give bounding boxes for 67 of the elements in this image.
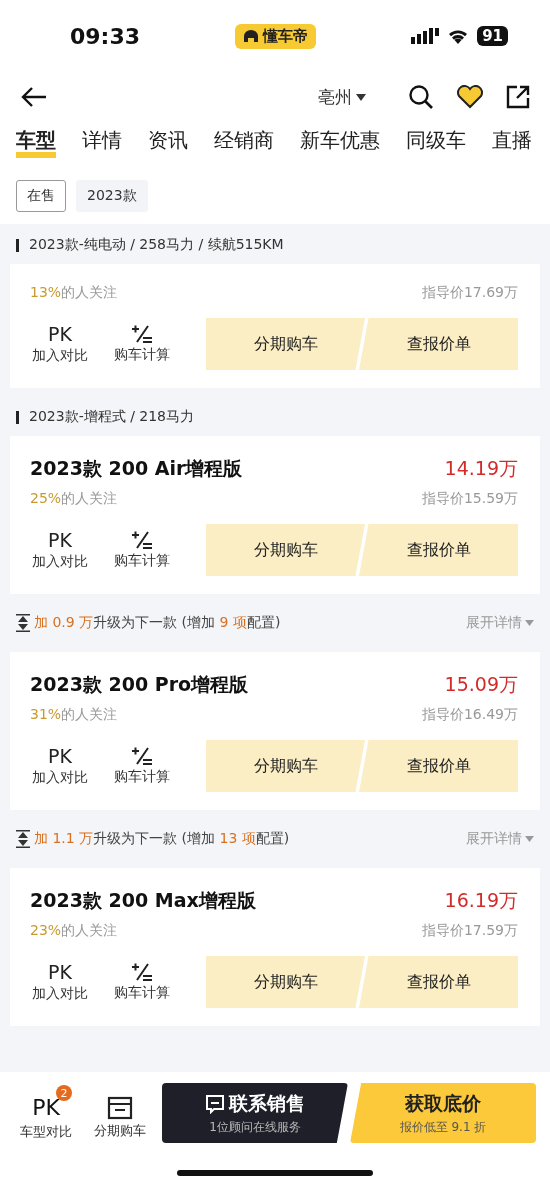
caret-icon — [525, 836, 534, 842]
dealer-price: 14.19万 — [444, 456, 518, 481]
add-compare-button[interactable]: PK 加入对比 — [20, 323, 100, 365]
back-icon[interactable] — [20, 86, 48, 108]
installment-button[interactable]: 分期购车 — [206, 318, 365, 370]
search-icon[interactable] — [408, 84, 434, 110]
installment-button[interactable]: 分期购车 — [206, 956, 365, 1008]
trim-title: 2023款 200 Air增程版 — [30, 456, 243, 481]
contact-sales-button[interactable]: 联系销售 1位顾问在线服务 — [162, 1083, 348, 1143]
guide-price: 指导价17.59万 — [421, 922, 518, 940]
battery-level: 91 — [477, 26, 508, 46]
chat-icon — [205, 1093, 225, 1114]
calculator-button[interactable]: 购车计算 — [102, 530, 182, 570]
calculator-icon — [131, 962, 153, 982]
signal-icon — [411, 28, 440, 44]
add-compare-button[interactable]: PK 加入对比 — [20, 961, 100, 1003]
quote-button[interactable]: 查报价单 — [359, 740, 518, 792]
heart-icon[interactable] — [456, 85, 484, 109]
group-header: 2023款-增程式 / 218马力 — [29, 408, 195, 426]
app-badge: 懂车帝 — [235, 23, 317, 49]
follow-share: 31%的人关注 — [30, 706, 118, 724]
calculator-icon — [131, 530, 153, 550]
filter-chip[interactable]: 2023款 — [76, 180, 148, 212]
compare-arrows-icon — [16, 614, 30, 632]
guide-price: 指导价16.49万 — [421, 706, 518, 724]
section-tab[interactable]: 直播 — [492, 126, 532, 158]
wifi-icon — [447, 28, 470, 44]
follow-share: 25%的人关注 — [30, 490, 118, 508]
follow-share: 13%的人关注 — [30, 284, 118, 302]
guide-price: 指导价15.59万 — [421, 490, 518, 508]
card-icon — [107, 1096, 133, 1120]
follow-share: 23%的人关注 — [30, 922, 118, 940]
upgrade-hint: 加 0.9 万升级为下一款 (增加 9 项配置) — [34, 614, 281, 632]
add-compare-button[interactable]: PK 加入对比 — [20, 745, 100, 787]
compare-arrows-icon — [16, 830, 30, 848]
city-selector[interactable]: 亳州 — [318, 85, 366, 109]
clock: 09:33 — [70, 23, 141, 49]
installment-button[interactable]: 分期购车 — [206, 524, 365, 576]
filter-chip[interactable]: 在售 — [16, 180, 66, 212]
section-tab[interactable]: 经销商 — [214, 126, 274, 158]
lowest-price-button[interactable]: 获取底价 报价低至 9.1 折 — [350, 1083, 536, 1143]
quote-button[interactable]: 查报价单 — [359, 318, 518, 370]
trim-title: 2023款 200 Max增程版 — [30, 888, 256, 913]
quote-button[interactable]: 查报价单 — [359, 524, 518, 576]
calculator-button[interactable]: 购车计算 — [102, 746, 182, 786]
section-tab[interactable]: 新车优惠 — [300, 126, 380, 158]
trim-title: 2023款 200 Pro增程版 — [30, 672, 249, 697]
group-header: 2023款-纯电动 / 258马力 / 续航515KM — [29, 236, 284, 254]
section-tab[interactable]: 同级车 — [406, 126, 466, 158]
quote-button[interactable]: 查报价单 — [359, 956, 518, 1008]
section-tab[interactable]: 车型 — [16, 126, 56, 158]
upgrade-hint: 加 1.1 万升级为下一款 (增加 13 项配置) — [34, 830, 290, 848]
caret-icon — [356, 93, 366, 101]
installment-tab-button[interactable]: 分期购车 — [88, 1086, 152, 1140]
calculator-icon — [131, 746, 153, 766]
calculator-icon — [131, 324, 153, 344]
add-compare-button[interactable]: PK 加入对比 — [20, 529, 100, 571]
dealer-price: 15.09万 — [444, 672, 518, 697]
caret-icon — [525, 620, 534, 626]
section-tab[interactable]: 资讯 — [148, 126, 188, 158]
share-icon[interactable] — [506, 85, 530, 109]
guide-price: 指导价17.69万 — [421, 284, 518, 302]
section-tab[interactable]: 详情 — [82, 126, 122, 158]
installment-button[interactable]: 分期购车 — [206, 740, 365, 792]
dealer-price: 16.19万 — [444, 888, 518, 913]
calculator-button[interactable]: 购车计算 — [102, 962, 182, 1002]
calculator-button[interactable]: 购车计算 — [102, 324, 182, 364]
